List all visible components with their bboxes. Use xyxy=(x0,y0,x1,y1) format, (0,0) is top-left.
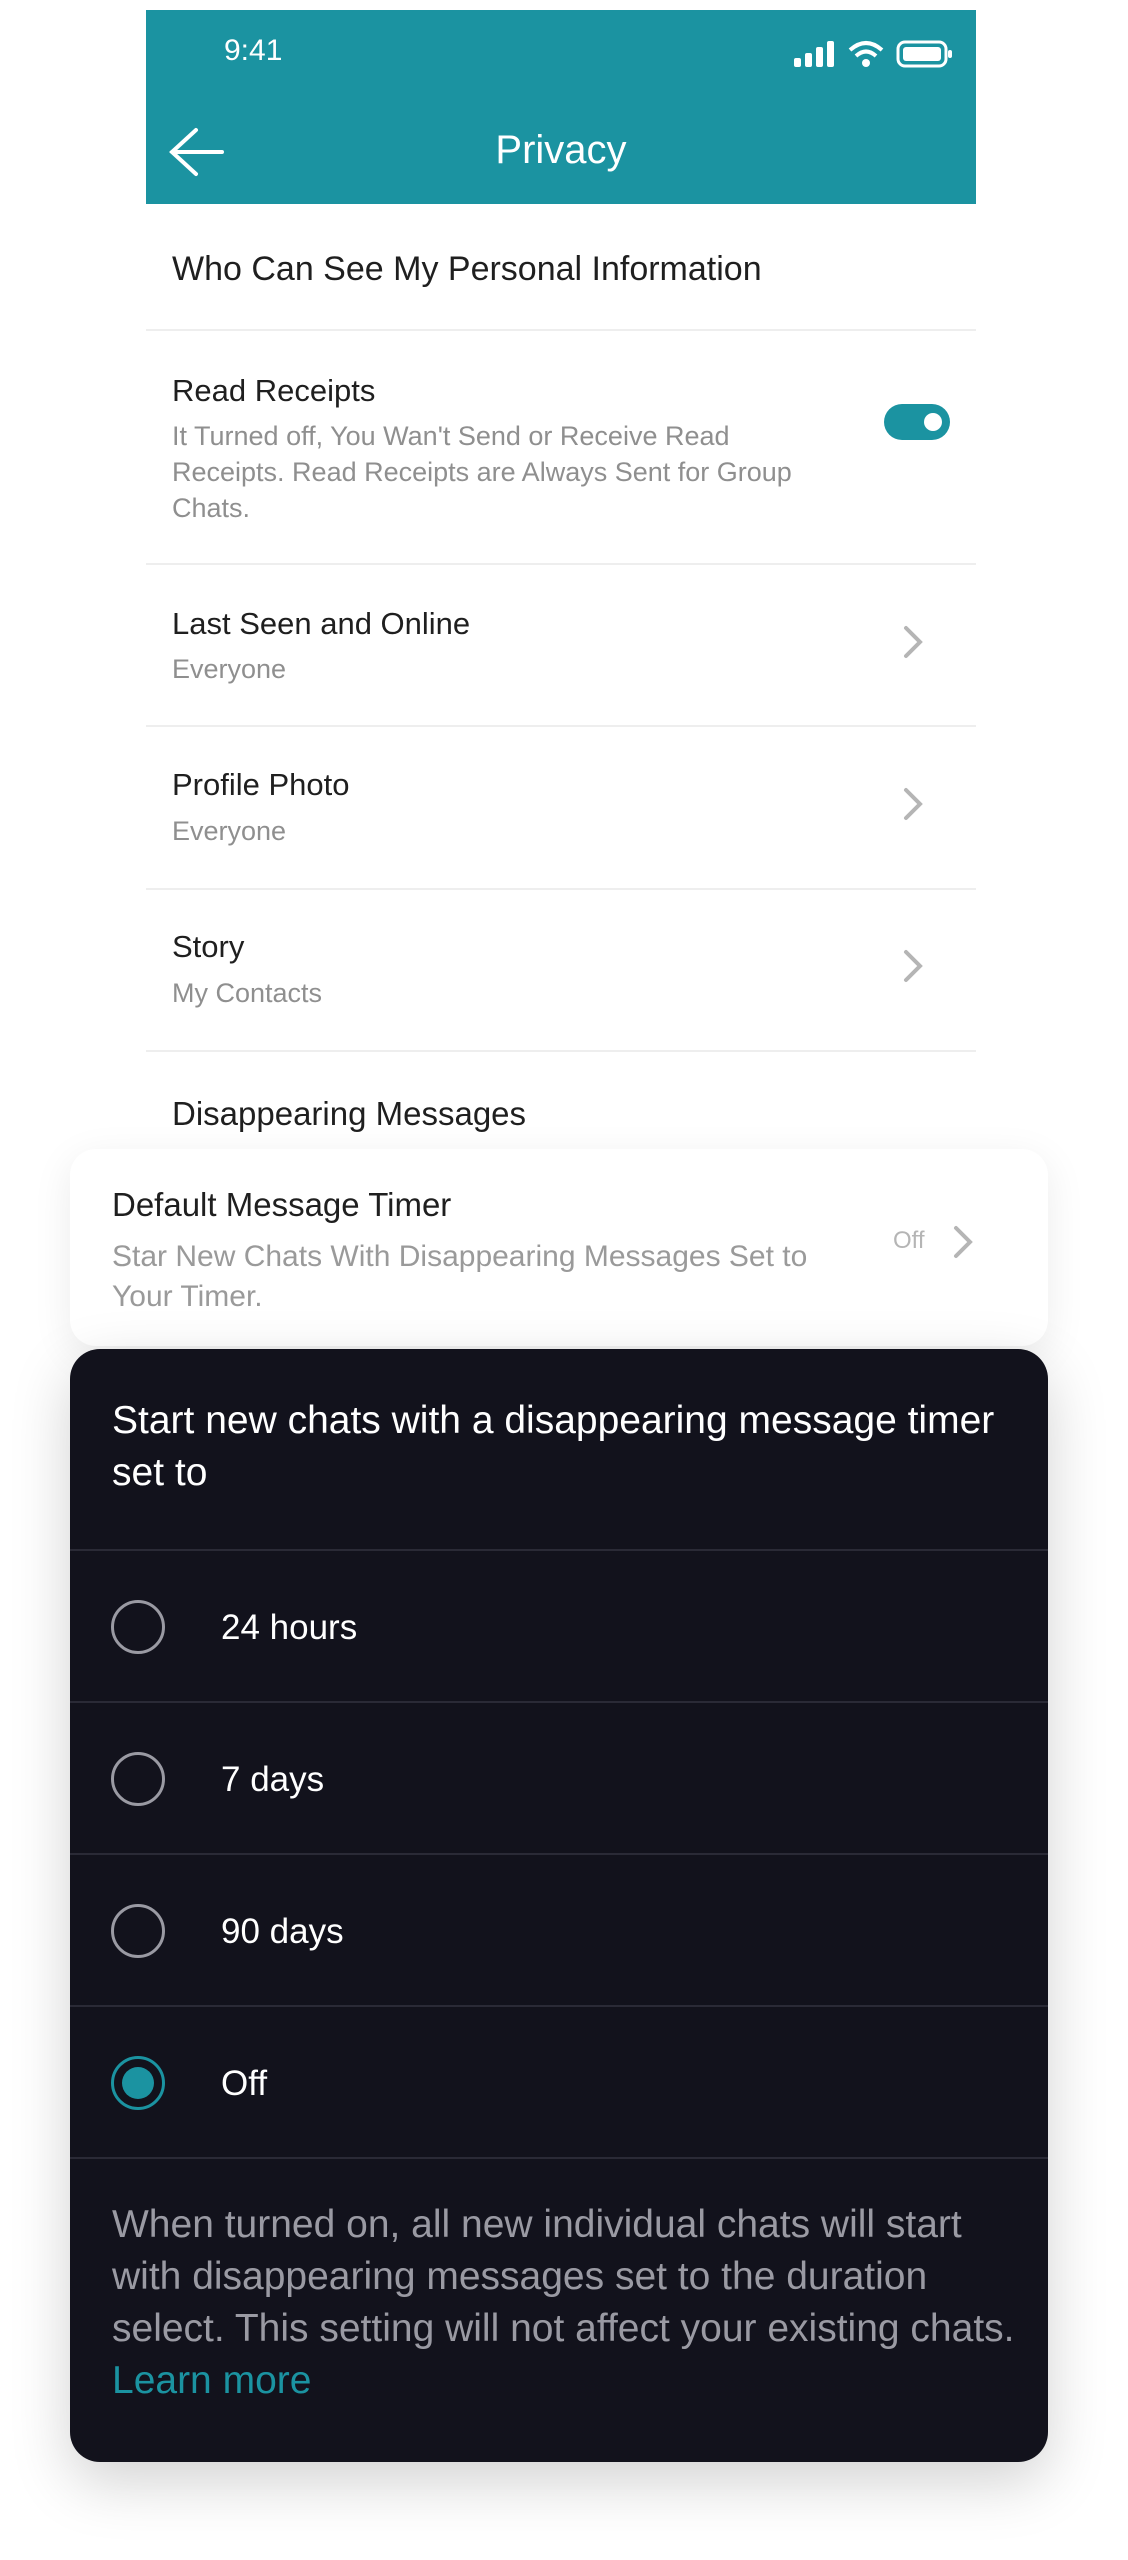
divider xyxy=(70,1853,1048,1855)
last-seen-value: Everyone xyxy=(172,654,287,684)
sheet-footer: When turned on, all new individual chats… xyxy=(112,2199,1032,2407)
option-label: 7 days xyxy=(221,1760,325,1799)
radio-button-selected[interactable] xyxy=(111,2056,165,2110)
divider xyxy=(70,2005,1048,2007)
battery-icon xyxy=(896,40,952,68)
profile-photo-title: Profile Photo xyxy=(172,767,350,802)
radio-button[interactable] xyxy=(111,1904,165,1958)
radio-button[interactable] xyxy=(111,1600,165,1654)
footer-text: When turned on, all new individual chats… xyxy=(112,2203,1015,2350)
story-title: Story xyxy=(172,929,245,964)
radio-button[interactable] xyxy=(111,1752,165,1806)
option-label: 90 days xyxy=(221,1912,344,1951)
chevron-right-icon xyxy=(904,788,923,820)
divider xyxy=(146,563,976,565)
chevron-right-icon xyxy=(904,626,923,658)
divider xyxy=(146,329,976,331)
sheet-heading: Start new chats with a disappearing mess… xyxy=(112,1399,995,1494)
divider xyxy=(70,1549,1048,1551)
page-title: Privacy xyxy=(495,128,627,172)
status-time: 9:41 xyxy=(224,34,283,67)
divider xyxy=(146,1050,976,1052)
profile-photo-value: Everyone xyxy=(172,816,287,846)
last-seen-title: Last Seen and Online xyxy=(172,606,471,641)
timer-title: Default Message Timer xyxy=(112,1186,452,1223)
read-receipts-description: It Turned off, You Wan't Send or Receive… xyxy=(172,421,792,523)
divider xyxy=(146,725,976,727)
timer-value: Off xyxy=(893,1227,925,1254)
option-label: Off xyxy=(221,2064,268,2103)
divider xyxy=(70,1701,1048,1703)
chevron-right-icon xyxy=(954,1226,973,1258)
learn-more-link[interactable]: Learn more xyxy=(112,2359,311,2402)
default-timer-card[interactable]: Default Message Timer Star New Chats Wit… xyxy=(70,1149,1048,1346)
wifi-icon xyxy=(848,41,884,67)
disappearing-section-title: Disappearing Messages xyxy=(172,1095,527,1132)
status-icons xyxy=(794,40,954,68)
timer-options-sheet: Start new chats with a disappearing mess… xyxy=(70,1349,1048,2462)
read-receipts-title: Read Receipts xyxy=(172,373,376,408)
option-label: 24 hours xyxy=(221,1608,358,1647)
divider xyxy=(146,888,976,890)
signal-icon xyxy=(794,41,834,67)
read-receipts-toggle[interactable] xyxy=(884,404,950,440)
timer-description: Star New Chats With Disappearing Message… xyxy=(112,1240,808,1313)
section-title: Who Can See My Personal Information xyxy=(172,250,762,288)
story-value: My Contacts xyxy=(172,978,323,1008)
chevron-right-icon xyxy=(904,950,923,982)
app-header: 9:41 Privacy xyxy=(146,10,976,204)
divider xyxy=(70,2157,1048,2159)
